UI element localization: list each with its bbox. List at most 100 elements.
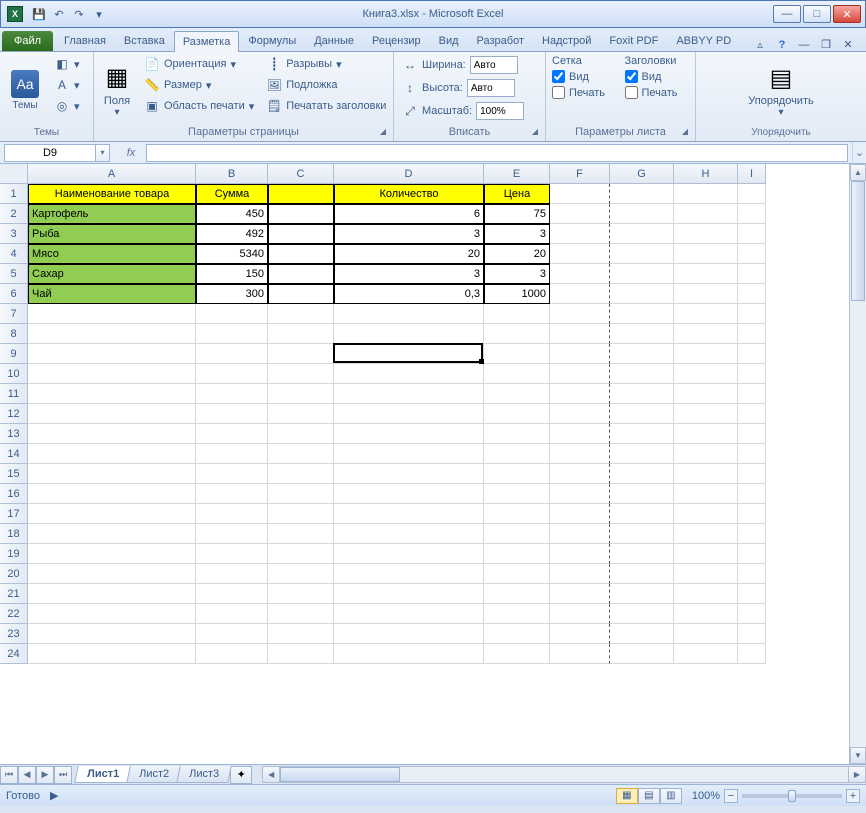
- cell-H18[interactable]: [674, 524, 738, 544]
- cell-G6[interactable]: [610, 284, 674, 304]
- column-header-F[interactable]: F: [550, 164, 610, 184]
- cell-A3[interactable]: Рыба: [28, 224, 196, 244]
- cell-B11[interactable]: [196, 384, 268, 404]
- row-header-18[interactable]: 18: [0, 524, 28, 544]
- row-header-1[interactable]: 1: [0, 184, 28, 204]
- cell-E11[interactable]: [484, 384, 550, 404]
- cell-B2[interactable]: 450: [196, 204, 268, 224]
- cell-B6[interactable]: 300: [196, 284, 268, 304]
- cell-A20[interactable]: [28, 564, 196, 584]
- cell-E23[interactable]: [484, 624, 550, 644]
- cell-I18[interactable]: [738, 524, 766, 544]
- cell-H6[interactable]: [674, 284, 738, 304]
- size-button[interactable]: 📏Размер ▾: [140, 75, 258, 95]
- cell-I9[interactable]: [738, 344, 766, 364]
- cell-H15[interactable]: [674, 464, 738, 484]
- cell-E1[interactable]: Цена: [484, 184, 550, 204]
- cell-C6[interactable]: [268, 284, 334, 304]
- cell-H7[interactable]: [674, 304, 738, 324]
- cell-H16[interactable]: [674, 484, 738, 504]
- cell-C20[interactable]: [268, 564, 334, 584]
- cell-C18[interactable]: [268, 524, 334, 544]
- view-page-layout-button[interactable]: ▤: [638, 788, 660, 804]
- cell-B20[interactable]: [196, 564, 268, 584]
- cell-I15[interactable]: [738, 464, 766, 484]
- row-header-10[interactable]: 10: [0, 364, 28, 384]
- cell-C24[interactable]: [268, 644, 334, 664]
- ribbon-tab-1[interactable]: Вставка: [115, 30, 174, 51]
- view-page-break-button[interactable]: ▥: [660, 788, 682, 804]
- scroll-down-button[interactable]: ▼: [850, 747, 866, 764]
- cell-H1[interactable]: [674, 184, 738, 204]
- view-normal-button[interactable]: ▦: [616, 788, 638, 804]
- margins-button[interactable]: ▦ Поля▾: [98, 54, 136, 125]
- row-header-14[interactable]: 14: [0, 444, 28, 464]
- cell-F8[interactable]: [550, 324, 610, 344]
- cell-A16[interactable]: [28, 484, 196, 504]
- cell-G8[interactable]: [610, 324, 674, 344]
- cell-A4[interactable]: Мясо: [28, 244, 196, 264]
- cell-A17[interactable]: [28, 504, 196, 524]
- spreadsheet-grid[interactable]: ABCDEFGHI 123456789101112131415161718192…: [0, 164, 866, 764]
- cell-B18[interactable]: [196, 524, 268, 544]
- cell-F24[interactable]: [550, 644, 610, 664]
- column-header-D[interactable]: D: [334, 164, 484, 184]
- cell-C7[interactable]: [268, 304, 334, 324]
- cell-C5[interactable]: [268, 264, 334, 284]
- ribbon-tab-3[interactable]: Формулы: [239, 30, 305, 51]
- cell-H11[interactable]: [674, 384, 738, 404]
- cell-C8[interactable]: [268, 324, 334, 344]
- cell-H13[interactable]: [674, 424, 738, 444]
- cell-F11[interactable]: [550, 384, 610, 404]
- cell-G16[interactable]: [610, 484, 674, 504]
- ribbon-tab-0[interactable]: Главная: [55, 30, 115, 51]
- scale-width-input[interactable]: [470, 56, 518, 74]
- cell-G18[interactable]: [610, 524, 674, 544]
- headings-view-check[interactable]: Вид: [623, 69, 692, 84]
- cell-F3[interactable]: [550, 224, 610, 244]
- cell-D23[interactable]: [334, 624, 484, 644]
- cell-I16[interactable]: [738, 484, 766, 504]
- cell-F22[interactable]: [550, 604, 610, 624]
- doc-restore-icon[interactable]: ❐: [818, 38, 834, 51]
- cell-C14[interactable]: [268, 444, 334, 464]
- cell-E13[interactable]: [484, 424, 550, 444]
- cell-D9[interactable]: [334, 344, 484, 364]
- cell-E8[interactable]: [484, 324, 550, 344]
- row-header-3[interactable]: 3: [0, 224, 28, 244]
- row-header-17[interactable]: 17: [0, 504, 28, 524]
- cell-A19[interactable]: [28, 544, 196, 564]
- row-header-16[interactable]: 16: [0, 484, 28, 504]
- cell-B24[interactable]: [196, 644, 268, 664]
- cell-F12[interactable]: [550, 404, 610, 424]
- cell-C2[interactable]: [268, 204, 334, 224]
- cell-G23[interactable]: [610, 624, 674, 644]
- cell-G15[interactable]: [610, 464, 674, 484]
- cell-D2[interactable]: 6: [334, 204, 484, 224]
- cell-C17[interactable]: [268, 504, 334, 524]
- cell-E12[interactable]: [484, 404, 550, 424]
- name-box[interactable]: [4, 144, 96, 162]
- cell-A15[interactable]: [28, 464, 196, 484]
- cell-F21[interactable]: [550, 584, 610, 604]
- cell-C23[interactable]: [268, 624, 334, 644]
- cell-A12[interactable]: [28, 404, 196, 424]
- file-tab[interactable]: Файл: [2, 31, 53, 51]
- zoom-out-button[interactable]: −: [724, 789, 738, 803]
- cell-B13[interactable]: [196, 424, 268, 444]
- row-header-4[interactable]: 4: [0, 244, 28, 264]
- cell-B1[interactable]: Сумма: [196, 184, 268, 204]
- cell-D6[interactable]: 0,3: [334, 284, 484, 304]
- scroll-left-button[interactable]: ◀: [263, 767, 280, 782]
- cell-I20[interactable]: [738, 564, 766, 584]
- cell-E19[interactable]: [484, 544, 550, 564]
- cell-C13[interactable]: [268, 424, 334, 444]
- cell-I6[interactable]: [738, 284, 766, 304]
- page-setup-launcher-icon[interactable]: ◢: [377, 127, 389, 139]
- sheet-tab-1[interactable]: Лист2: [126, 766, 182, 783]
- cell-A21[interactable]: [28, 584, 196, 604]
- scroll-right-button[interactable]: ▶: [848, 767, 865, 782]
- close-button[interactable]: ✕: [833, 5, 861, 23]
- horizontal-scrollbar[interactable]: ◀ ▶: [262, 766, 866, 783]
- column-header-H[interactable]: H: [674, 164, 738, 184]
